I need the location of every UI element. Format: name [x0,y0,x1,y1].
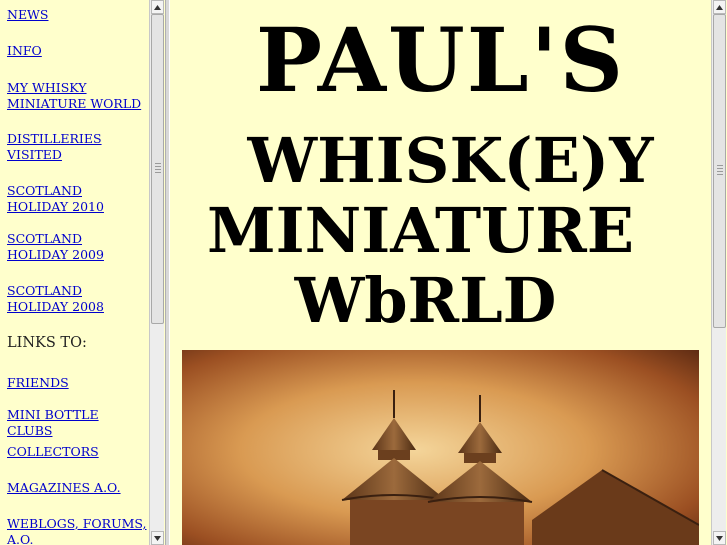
site-title-miniature: MINIATURE [206,194,634,267]
nav-link-info[interactable]: INFO [7,43,147,59]
main-frame-scrollbar[interactable] [711,0,726,545]
site-title-whiskey: WHISK(E)Y [247,124,654,197]
arrow-up-icon [716,4,723,10]
main-scroll-up-button[interactable] [713,0,726,14]
nav-link-mini-bottle-clubs[interactable]: MINI BOTTLE CLUBS [7,407,147,439]
nav-link-distilleries-visited[interactable]: DISTILLERIES VISITED [7,131,147,163]
left-nav-frame: NEWS INFO MY WHISKY MINIATURE WORLD DIST… [0,0,149,545]
main-scroll-down-button[interactable] [713,531,726,545]
nav-link-weblogs-forums[interactable]: WEBLOGS, FORUMS, A.O. [7,516,147,545]
arrow-down-icon [716,535,723,541]
site-title-world: WbRLD [294,264,557,337]
nav-link-news[interactable]: NEWS [7,7,147,23]
links-heading: LINKS TO: [7,335,87,351]
scroll-down-button[interactable] [151,531,164,545]
arrow-up-icon [154,4,161,10]
main-content-frame: PAUL'S WHISK(E)Y MINIATURE WbRLD [170,0,711,545]
arrow-down-icon [154,535,161,541]
pagoda-roof-icon [182,350,699,545]
nav-link-my-whisky-miniature-world[interactable]: MY WHISKY MINIATURE WORLD [7,80,147,112]
nav-link-friends[interactable]: FRIENDS [7,375,147,391]
left-frame-scrollbar[interactable] [149,0,164,545]
scroll-up-button[interactable] [151,0,164,14]
hero-pagoda-image [182,350,699,545]
nav-link-scotland-holiday-2010[interactable]: SCOTLAND HOLIDAY 2010 [7,183,147,215]
nav-link-scotland-holiday-2008[interactable]: SCOTLAND HOLIDAY 2008 [7,283,147,315]
site-title-pauls: PAUL'S [255,8,626,112]
nav-link-magazines[interactable]: MAGAZINES A.O. [7,480,147,496]
nav-link-scotland-holiday-2009[interactable]: SCOTLAND HOLIDAY 2009 [7,231,147,263]
main-scroll-thumb[interactable] [713,14,726,328]
scroll-thumb[interactable] [151,14,164,324]
nav-link-collectors[interactable]: COLLECTORS [7,444,147,460]
